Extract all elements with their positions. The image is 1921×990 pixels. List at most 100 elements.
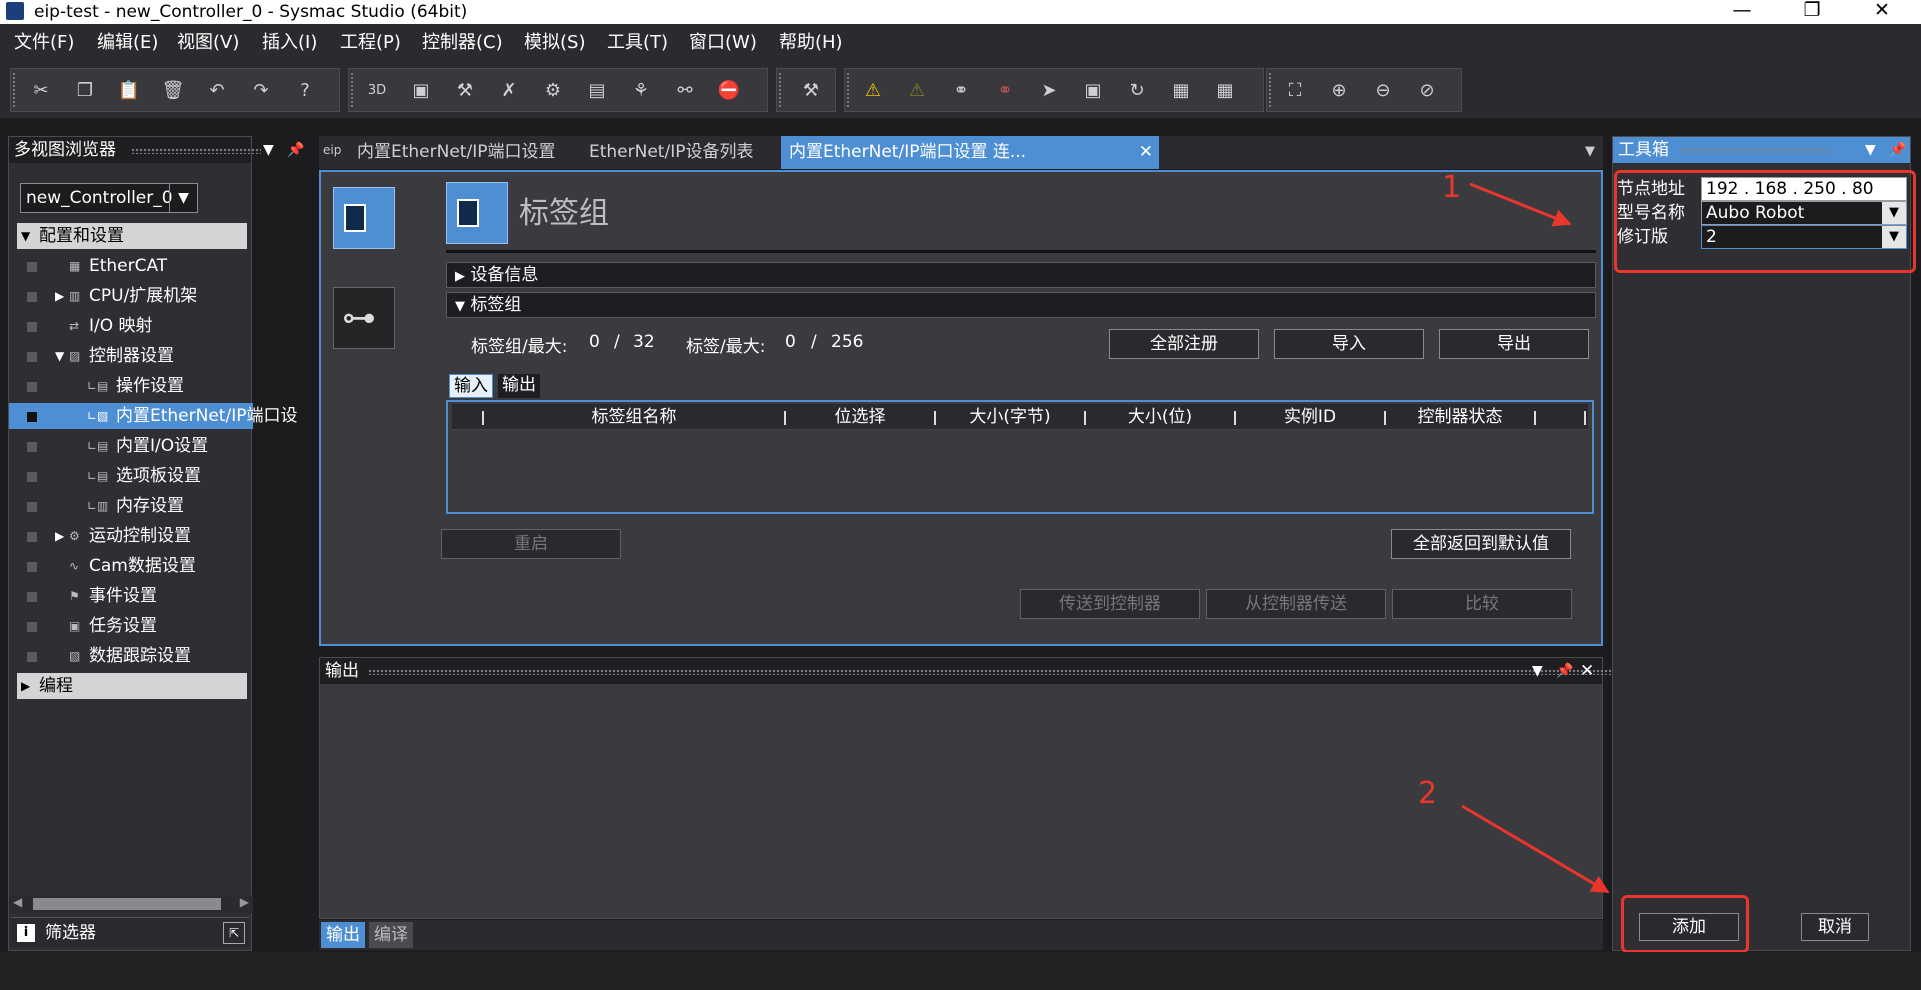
close-tab-icon[interactable]: ✕	[1139, 136, 1153, 169]
menu-simulate[interactable]: 模拟(S)	[524, 24, 585, 62]
tree-item-option-board[interactable]: ∟▤ 选项板设置	[9, 463, 253, 489]
tab-ethernet-ip-connection[interactable]: 内置EtherNet/IP端口设置 连... ✕	[781, 136, 1159, 169]
window-icon[interactable]: ▣	[407, 78, 435, 104]
tree-item-cpu-rack[interactable]: ▶ ▥ CPU/扩展机架	[9, 283, 253, 309]
table-icon[interactable]: ▤	[583, 78, 611, 104]
tree-item-motion-control[interactable]: ▶ ⚙ 运动控制设置	[9, 523, 253, 549]
reset-icon[interactable]: ↻	[1123, 78, 1151, 104]
dropdown-icon[interactable]: ▼	[263, 137, 274, 163]
paste-icon[interactable]: 📋	[115, 78, 143, 104]
toolbar-grip[interactable]	[847, 73, 852, 107]
copy-icon[interactable]: ❐	[71, 78, 99, 104]
warning-icon[interactable]: ⚠	[859, 78, 887, 104]
tree-item-memory[interactable]: ∟▥ 内存设置	[9, 493, 253, 519]
zoom-out-icon[interactable]: ⊖	[1369, 78, 1397, 104]
filter-bar[interactable]: i 筛选器 ⇱	[11, 917, 249, 947]
alert-icon[interactable]: ⛔	[715, 78, 743, 104]
tree-item-operation-settings[interactable]: ∟▤ 操作设置	[9, 373, 253, 399]
tree-category-config[interactable]: ▼ 配置和设置	[17, 223, 247, 249]
menu-help[interactable]: 帮助(H)	[779, 24, 843, 62]
col-size-bytes[interactable]: 大小(字节)	[936, 404, 1084, 430]
toolbar-grip[interactable]	[13, 73, 18, 107]
view-tag-group-button[interactable]	[333, 187, 395, 249]
sync-icon[interactable]: ▣	[1079, 78, 1107, 104]
dropdown-icon[interactable]: ▼	[1865, 137, 1876, 163]
view-connection-button[interactable]: ⊶	[333, 287, 395, 349]
tab-output[interactable]: 输出	[498, 374, 540, 398]
compare-button[interactable]: 比较	[1392, 589, 1572, 619]
tab-ethernet-ip-port-settings[interactable]: 内置EtherNet/IP端口设置	[349, 136, 563, 169]
restart-button[interactable]: 重启	[441, 529, 621, 559]
tool-icon[interactable]: ⚒	[797, 78, 825, 104]
tree-item-builtin-io[interactable]: ∟▤ 内置I/O设置	[9, 433, 253, 459]
cut-icon[interactable]: ✂	[27, 78, 55, 104]
transfer-to-controller-button[interactable]: 传送到控制器	[1020, 589, 1200, 619]
col-controller-status[interactable]: 控制器状态	[1386, 404, 1534, 430]
menu-insert[interactable]: 插入(I)	[262, 24, 317, 62]
menu-tools[interactable]: 工具(T)	[607, 24, 668, 62]
export-button[interactable]: 导出	[1439, 329, 1589, 359]
filter-pin-icon[interactable]: ⇱	[223, 922, 245, 944]
tag-group-table[interactable]: 标签组名称 位选择 大小(字节) 大小(位) 实例ID 控制器状态	[446, 400, 1594, 514]
tree-item-events[interactable]: ⚑ 事件设置	[9, 583, 253, 609]
controller-select[interactable]: new_Controller_0 ▼	[20, 183, 198, 213]
warning-off-icon[interactable]: ⚠	[903, 78, 931, 104]
tree-item-ethernet-ip-port[interactable]: ∟▧ 内置EtherNet/IP端口设	[9, 403, 297, 429]
col-bit-select[interactable]: 位选择	[786, 404, 934, 430]
horizontal-scrollbar[interactable]: ◀ ▶	[9, 895, 253, 913]
delete-icon[interactable]: 🗑	[159, 78, 187, 104]
toolbar-grip[interactable]	[351, 73, 356, 107]
tree-item-io-map[interactable]: ⇄ I/O 映射	[9, 313, 253, 339]
rebuild-icon[interactable]: ✗	[495, 78, 523, 104]
tab-output-log[interactable]: 输出	[321, 922, 365, 948]
close-window-button[interactable]: ✕	[1852, 0, 1912, 24]
transfer-icon[interactable]: ➤	[1035, 78, 1063, 104]
pin-icon[interactable]: 📌	[1889, 137, 1906, 163]
col-size-bits[interactable]: 大小(位)	[1086, 404, 1234, 430]
section-device-info[interactable]: ▶ 设备信息	[446, 262, 1596, 288]
fit-icon[interactable]: ⛶	[1281, 78, 1309, 104]
check-icon[interactable]: ⚙	[539, 78, 567, 104]
menu-file[interactable]: 文件(F)	[14, 24, 74, 62]
menu-edit[interactable]: 编辑(E)	[97, 24, 158, 62]
offline-icon[interactable]: ⚭	[991, 78, 1019, 104]
toolbar-grip[interactable]	[1269, 73, 1274, 107]
help-icon[interactable]: ?	[291, 78, 319, 104]
dropdown-icon[interactable]: ▼	[1532, 658, 1543, 684]
import-button[interactable]: 导入	[1274, 329, 1424, 359]
online-icon[interactable]: ⚭	[947, 78, 975, 104]
zoom-reset-icon[interactable]: ⊘	[1413, 78, 1441, 104]
section-tag-groups[interactable]: ▼ 标签组	[446, 292, 1596, 318]
redo-icon[interactable]: ↷	[247, 78, 275, 104]
build-icon[interactable]: ⚒	[451, 78, 479, 104]
col-instance-id[interactable]: 实例ID	[1236, 404, 1384, 430]
toolbar-grip[interactable]	[779, 73, 784, 107]
restore-button[interactable]: ❐	[1782, 0, 1842, 24]
binoculars-icon[interactable]: ⚯	[671, 78, 699, 104]
tab-ethernet-ip-device-list[interactable]: EtherNet/IP设备列表	[581, 136, 761, 169]
expand-arrow-icon[interactable]: ▼	[21, 223, 30, 249]
tree-item-data-trace[interactable]: ▧ 数据跟踪设置	[9, 643, 253, 669]
cancel-button[interactable]: 取消	[1801, 913, 1869, 941]
scrollbar-thumb[interactable]	[33, 898, 221, 910]
zoom-in-icon[interactable]: ⊕	[1325, 78, 1353, 104]
reset-all-default-button[interactable]: 全部返回到默认值	[1391, 529, 1571, 559]
expand-arrow-icon[interactable]: ▼	[55, 343, 64, 369]
col-tag-group-name[interactable]: 标签组名称	[484, 404, 784, 430]
tab-compile[interactable]: 编译	[369, 922, 413, 948]
monitor-icon[interactable]: ▦	[1167, 78, 1195, 104]
register-all-button[interactable]: 全部注册	[1109, 329, 1259, 359]
transfer-from-controller-button[interactable]: 从控制器传送	[1206, 589, 1386, 619]
tree-item-tasks[interactable]: ▣ 任务设置	[9, 613, 253, 639]
tree-item-cam-data[interactable]: ∿ Cam数据设置	[9, 553, 253, 579]
monitor2-icon[interactable]: ▦	[1211, 78, 1239, 104]
scroll-right-icon[interactable]: ▶	[240, 895, 249, 909]
menu-window[interactable]: 窗口(W)	[689, 24, 757, 62]
undo-icon[interactable]: ↶	[203, 78, 231, 104]
network-icon[interactable]: ⚘	[627, 78, 655, 104]
menu-project[interactable]: 工程(P)	[340, 24, 401, 62]
menu-view[interactable]: 视图(V)	[177, 24, 239, 62]
expand-arrow-icon[interactable]: ▶	[21, 673, 30, 699]
tree-item-ethercat[interactable]: ▦ EtherCAT	[9, 253, 253, 279]
menu-controller[interactable]: 控制器(C)	[422, 24, 503, 62]
